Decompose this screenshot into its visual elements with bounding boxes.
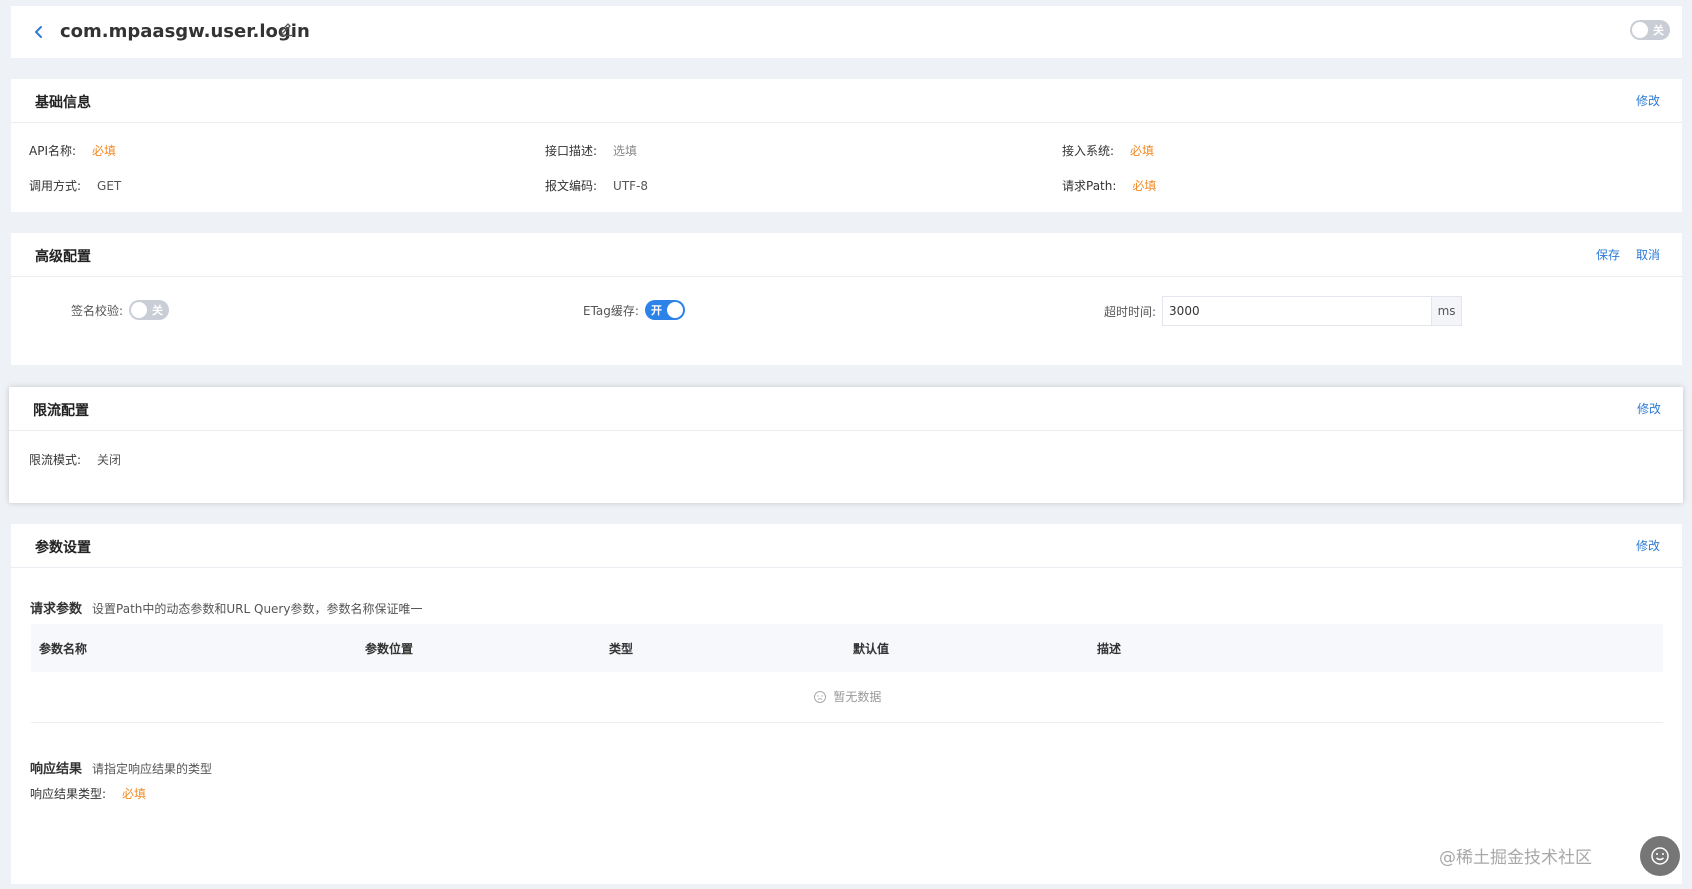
request-params-title: 请求参数: [30, 602, 83, 617]
empty-row: 暂无数据: [31, 672, 1663, 723]
face-icon: [1651, 847, 1669, 865]
response-heading: 响应结果 请指定响应结果的类型: [30, 758, 212, 777]
empty-face-icon: [813, 690, 827, 704]
api-name-value: 必填: [92, 144, 117, 158]
col-param-position: 参数位置: [357, 624, 601, 672]
scroll-top-button[interactable]: [1640, 836, 1680, 876]
empty-text: 暂无数据: [833, 690, 882, 705]
rate-limit-title: 限流配置: [33, 403, 89, 419]
request-params-heading: 请求参数 设置Path中的动态参数和URL Query参数，参数名称保证唯一: [30, 598, 422, 617]
sign-check-field: 签名校验: 关: [71, 300, 170, 320]
toggle-knob: [131, 302, 148, 318]
path-value: 必填: [1132, 179, 1157, 193]
col-param-desc: 描述: [1089, 624, 1663, 672]
sign-check-label: 签名校验:: [71, 303, 124, 318]
path-label: 请求Path:: [1062, 179, 1117, 193]
encoding-field: 报文编码: UTF-8: [545, 177, 648, 194]
api-name-field: API名称: 必填: [29, 142, 116, 159]
advanced-config-card: 高级配置 保存 取消 签名校验: 关 ETag缓存: 开 超时时间: ms: [11, 233, 1682, 365]
rate-limit-edit-link[interactable]: 修改: [1637, 400, 1661, 417]
response-title: 响应结果: [30, 762, 83, 777]
table-header-row: 参数名称 参数位置 类型 默认值 描述: [31, 624, 1663, 672]
encoding-value: UTF-8: [613, 178, 649, 193]
rate-limit-card: 限流配置 修改 限流模式: 关闭: [9, 387, 1683, 503]
params-edit-link[interactable]: 修改: [1636, 537, 1660, 554]
edit-pencil-icon[interactable]: [278, 21, 294, 37]
method-value: GET: [97, 178, 122, 193]
api-name-label: API名称:: [29, 144, 77, 158]
basic-info-header: 基础信息 修改: [11, 79, 1682, 123]
response-type-field: 响应结果类型: 必填: [30, 785, 146, 802]
response-hint: 请指定响应结果的类型: [92, 762, 213, 776]
advanced-config-header: 高级配置 保存 取消: [11, 233, 1682, 277]
response-type-label: 响应结果类型:: [30, 787, 107, 801]
toggle-label: 关: [1653, 24, 1664, 37]
etag-cache-label: ETag缓存:: [583, 303, 639, 318]
advanced-save-link[interactable]: 保存: [1596, 246, 1620, 263]
method-field: 调用方式: GET: [29, 177, 121, 194]
request-params-hint: 设置Path中的动态参数和URL Query参数，参数名称保证唯一: [92, 602, 423, 616]
path-field: 请求Path: 必填: [1062, 177, 1156, 194]
desc-value: 选填: [613, 144, 638, 158]
toggle-label: 开: [650, 304, 662, 317]
basic-info-title: 基础信息: [35, 95, 91, 111]
desc-label: 接口描述:: [545, 144, 598, 158]
timeout-field: 超时时间: ms: [1104, 296, 1463, 326]
advanced-config-actions: 保存 取消: [1596, 246, 1660, 263]
basic-info-card: 基础信息 修改 API名称: 必填 接口描述: 选填 接入系统: 必填 调用方式…: [11, 79, 1682, 212]
toggle-label: 关: [152, 304, 164, 317]
system-field: 接入系统: 必填: [1062, 142, 1154, 159]
system-label: 接入系统:: [1062, 144, 1115, 158]
params-header: 参数设置 修改: [11, 524, 1682, 568]
col-param-name: 参数名称: [31, 624, 357, 672]
empty-cell: 暂无数据: [31, 672, 1663, 723]
desc-field: 接口描述: 选填: [545, 142, 637, 159]
toggle-knob: [666, 302, 683, 318]
timeout-unit: ms: [1431, 297, 1462, 325]
col-param-type: 类型: [601, 624, 845, 672]
params-card: 参数设置 修改 请求参数 设置Path中的动态参数和URL Query参数，参数…: [11, 524, 1682, 884]
method-label: 调用方式:: [29, 179, 82, 193]
etag-cache-field: ETag缓存: 开: [583, 300, 685, 320]
etag-cache-toggle[interactable]: 开: [644, 300, 685, 320]
response-type-value: 必填: [122, 787, 147, 801]
params-title: 参数设置: [35, 540, 91, 556]
basic-info-actions: 修改: [1636, 92, 1660, 109]
request-params-table: 参数名称 参数位置 类型 默认值 描述 暂无数据: [31, 624, 1663, 723]
rate-limit-actions: 修改: [1637, 400, 1661, 417]
params-actions: 修改: [1636, 537, 1660, 554]
encoding-label: 报文编码:: [545, 179, 598, 193]
page-header: com.mpaasgw.user.login 关: [11, 6, 1682, 58]
advanced-cancel-link[interactable]: 取消: [1636, 246, 1660, 263]
timeout-input[interactable]: [1163, 297, 1432, 325]
watermark-text: @稀土掘金技术社区: [1439, 848, 1592, 868]
rate-limit-mode-label: 限流模式:: [29, 453, 82, 467]
sign-check-toggle[interactable]: 关: [129, 300, 170, 320]
timeout-label: 超时时间:: [1104, 304, 1157, 319]
col-param-default: 默认值: [845, 624, 1089, 672]
rate-limit-header: 限流配置 修改: [9, 387, 1683, 431]
api-enable-toggle[interactable]: 关: [1630, 20, 1670, 40]
rate-limit-mode-field: 限流模式: 关闭: [29, 451, 121, 468]
request-params-table-wrap: 参数名称 参数位置 类型 默认值 描述 暂无数据: [31, 624, 1663, 723]
system-value: 必填: [1130, 144, 1155, 158]
advanced-config-title: 高级配置: [35, 249, 91, 265]
toggle-knob: [1632, 22, 1648, 38]
back-icon[interactable]: [31, 24, 47, 40]
timeout-input-group: ms: [1162, 296, 1463, 326]
rate-limit-mode-value: 关闭: [97, 453, 122, 467]
basic-info-edit-link[interactable]: 修改: [1636, 92, 1660, 109]
page-title: com.mpaasgw.user.login: [60, 21, 310, 42]
